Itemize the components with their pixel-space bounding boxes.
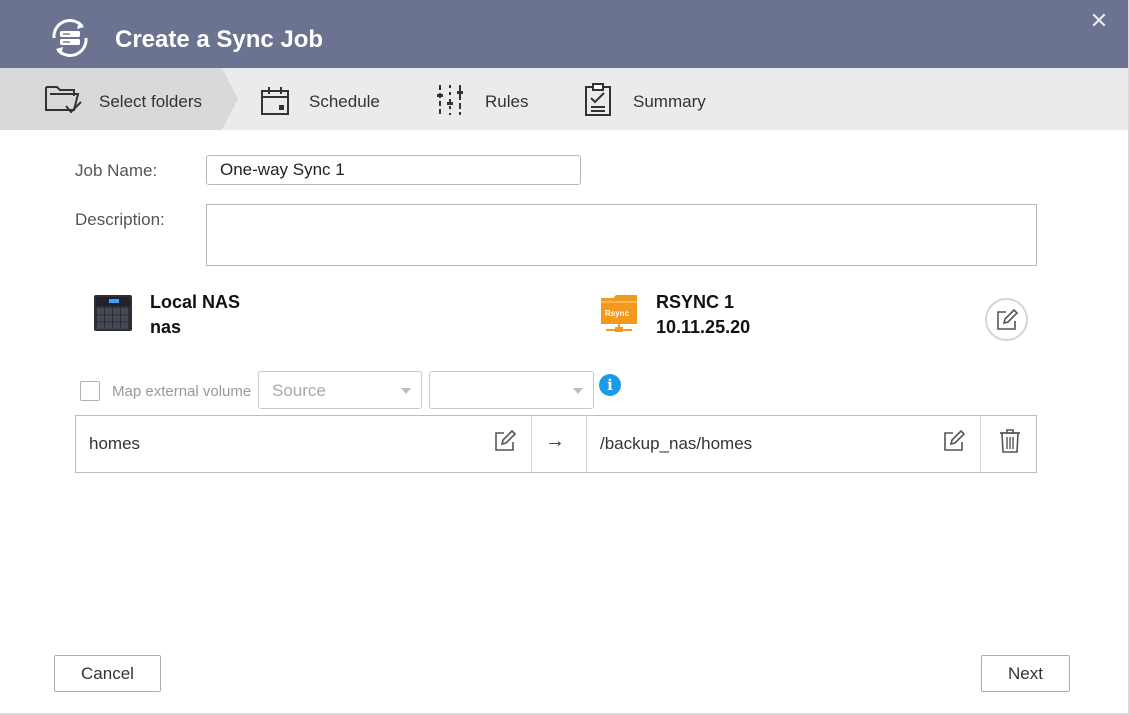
sync-job-icon xyxy=(52,19,88,57)
window-title: Create a Sync Job xyxy=(115,26,324,53)
description-input[interactable] xyxy=(206,204,1037,266)
rsync-icon-text: Rsync xyxy=(605,309,630,318)
wizard-steps: Select folders Schedule Rules Summary xyxy=(0,68,1130,130)
next-button[interactable]: Next xyxy=(981,655,1070,692)
column-divider xyxy=(980,416,981,472)
clipboard-check-icon xyxy=(585,83,611,116)
arrow-right-icon: → xyxy=(545,430,565,452)
edit-icon xyxy=(996,308,1018,330)
calendar-icon xyxy=(261,87,289,115)
source-folder-path: homes xyxy=(89,434,141,453)
map-external-volume-checkbox[interactable] xyxy=(80,381,100,401)
edit-destination-folder-icon[interactable] xyxy=(943,430,965,452)
trash-icon[interactable] xyxy=(999,429,1021,453)
step-label: Summary xyxy=(633,92,706,111)
destination-name: RSYNC 1 xyxy=(656,292,735,312)
column-divider xyxy=(531,416,532,472)
source-host: nas xyxy=(150,317,182,337)
edit-source-folder-icon[interactable] xyxy=(494,430,516,452)
map-external-volume-label: Map external volume xyxy=(112,383,252,400)
rsync-server-icon: Rsync xyxy=(600,294,638,334)
folder-check-icon xyxy=(45,86,82,114)
step-label: Select folders xyxy=(99,92,202,111)
step-label: Schedule xyxy=(309,92,380,111)
step-select-folders[interactable]: Select folders xyxy=(0,68,238,130)
info-icon[interactable]: i xyxy=(599,374,621,396)
column-divider xyxy=(586,416,587,472)
step-label: Rules xyxy=(485,92,529,111)
destination-volume-select[interactable] xyxy=(429,371,594,409)
title-bar: Create a Sync Job ✕ xyxy=(0,0,1130,68)
folder-mapping-row: homes → /backup_nas/homes xyxy=(75,415,1037,473)
job-name-input[interactable] xyxy=(206,155,581,185)
sliders-icon xyxy=(437,85,463,115)
edit-destination-button[interactable] xyxy=(985,298,1028,341)
destination-address: 10.11.25.20 xyxy=(656,317,751,337)
description-label: Description: xyxy=(75,210,165,229)
nas-device-icon xyxy=(94,295,132,331)
cancel-button[interactable]: Cancel xyxy=(54,655,161,692)
chevron-down-icon xyxy=(573,388,583,394)
close-icon[interactable]: ✕ xyxy=(1089,10,1109,32)
source-name: Local NAS xyxy=(150,292,241,312)
destination-folder-path: /backup_nas/homes xyxy=(600,434,753,453)
chevron-down-icon xyxy=(401,388,411,394)
source-volume-select-value: Source xyxy=(272,381,326,400)
job-name-label: Job Name: xyxy=(75,161,158,180)
source-volume-select[interactable]: Source xyxy=(258,371,422,409)
